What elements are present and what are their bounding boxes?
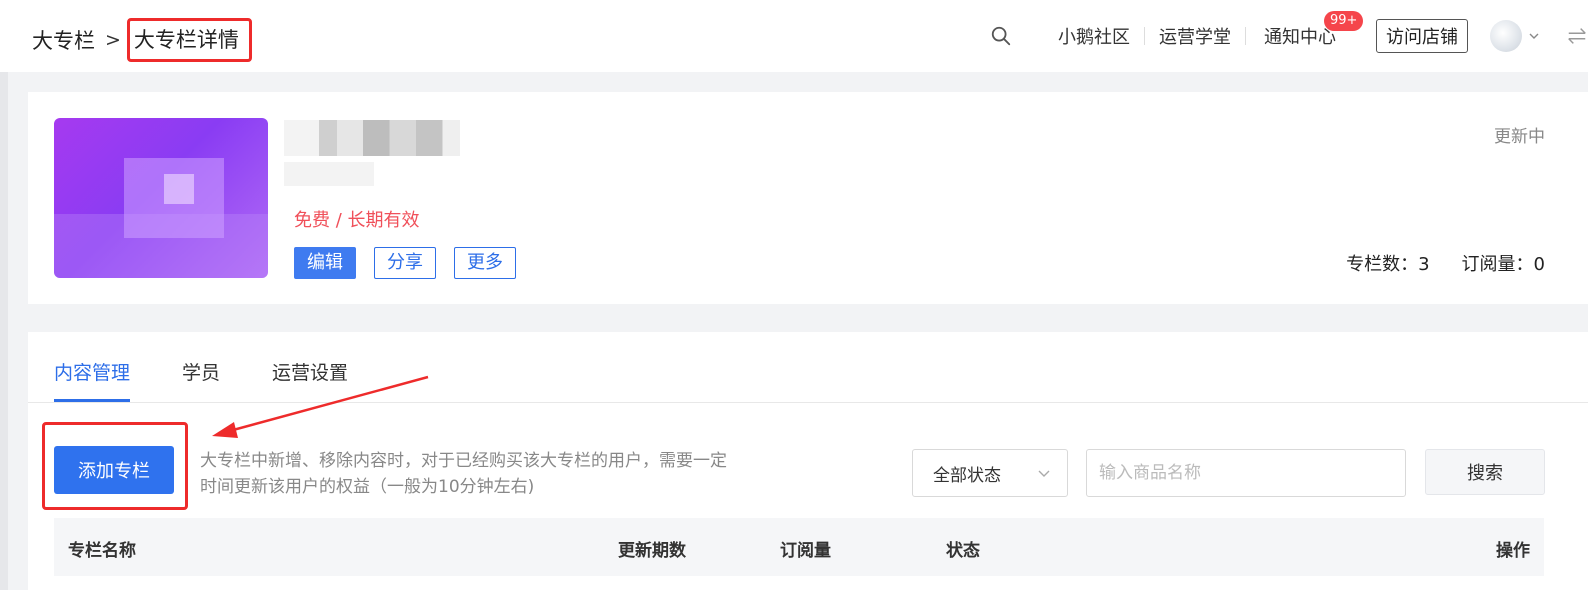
product-card: 免费 / 长期有效 编辑 分享 更多 更新中 专栏数：3 订阅量：0 (28, 92, 1588, 304)
chevron-down-icon[interactable] (1528, 30, 1540, 42)
avatar[interactable] (1490, 20, 1522, 52)
visit-store-button[interactable]: 访问店铺 (1376, 19, 1468, 53)
status-badge: 更新中 (1494, 127, 1545, 147)
product-stats: 专栏数：3 订阅量：0 (1346, 250, 1545, 276)
breadcrumb: 大专栏 > 大专栏详情 (32, 18, 252, 62)
product-cover-image (54, 118, 268, 278)
product-name-search-input[interactable] (1086, 449, 1406, 497)
column-header-status: 状态 (946, 541, 980, 561)
column-header-name: 专栏名称 (68, 541, 136, 561)
column-header-subscriptions: 订阅量 (780, 541, 831, 561)
swap-icon[interactable] (1566, 25, 1588, 47)
header-nav: 小鹅社区 运营学堂 通知中心 99+ 访问店铺 (990, 0, 1588, 72)
breadcrumb-current: 大专栏详情 (126, 18, 252, 62)
chevron-down-icon (1038, 470, 1050, 477)
notice-label: 通知中心 (1264, 27, 1336, 48)
nav-academy-link[interactable]: 运营学堂 (1145, 23, 1245, 49)
search-icon[interactable] (990, 25, 1012, 47)
price-validity: 免费 / 长期有效 (294, 210, 420, 231)
product-title-blurred (284, 120, 460, 156)
tab-bar: 内容管理 学员 运营设置 (54, 332, 400, 402)
table-header: 专栏名称 更新期数 订阅量 状态 操作 (54, 518, 1544, 576)
content-panel: 内容管理 学员 运营设置 添加专栏 大专栏中新增、移除内容时，对于已经购买该大专… (28, 332, 1588, 590)
top-bar: 大专栏 > 大专栏详情 小鹅社区 运营学堂 通知中心 99+ 访问店铺 (0, 0, 1588, 72)
share-button[interactable]: 分享 (374, 247, 436, 279)
column-header-actions: 操作 (1496, 541, 1530, 561)
nav-notice-link[interactable]: 通知中心 99+ (1264, 11, 1364, 49)
column-count: 专栏数：3 (1346, 254, 1430, 275)
subscriber-count: 订阅量：0 (1461, 254, 1545, 275)
more-button[interactable]: 更多 (454, 247, 516, 279)
search-button[interactable]: 搜索 (1425, 449, 1545, 495)
tab-students[interactable]: 学员 (182, 332, 220, 402)
breadcrumb-separator: > (105, 29, 121, 51)
nav-divider (1245, 27, 1246, 45)
notice-badge: 99+ (1324, 11, 1364, 31)
update-hint: 大专栏中新增、移除内容时，对于已经购买该大专栏的用户，需要一定时间更新该用户的权… (200, 451, 727, 497)
tab-operation-settings[interactable]: 运营设置 (272, 332, 348, 402)
status-filter-value: 全部状态 (933, 465, 1001, 486)
tab-content-management[interactable]: 内容管理 (54, 332, 131, 402)
left-strip (0, 72, 8, 590)
add-column-button[interactable]: 添加专栏 (54, 446, 174, 494)
tab-divider (28, 402, 1588, 403)
status-filter-select[interactable]: 全部状态 (912, 449, 1068, 497)
product-subtitle-blurred (284, 162, 374, 186)
nav-community-link[interactable]: 小鹅社区 (1044, 23, 1144, 49)
column-header-issues: 更新期数 (618, 541, 686, 561)
breadcrumb-root[interactable]: 大专栏 (32, 25, 95, 55)
edit-button[interactable]: 编辑 (294, 247, 356, 279)
